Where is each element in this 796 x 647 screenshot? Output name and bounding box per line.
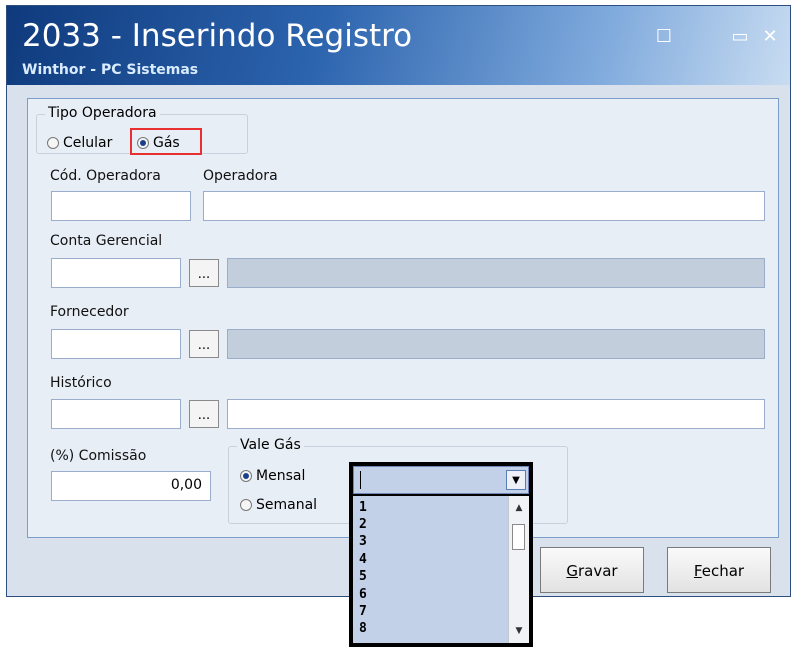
conta-gerencial-label: Conta Gerencial: [50, 233, 163, 249]
historico-description-input[interactable]: [227, 399, 765, 429]
list-item[interactable]: 1: [359, 500, 367, 515]
historico-input[interactable]: [51, 399, 181, 429]
comissao-value: 0,00: [170, 477, 202, 493]
fornecedor-description: [227, 329, 765, 359]
window-subtitle: Winthor - PC Sistemas: [22, 62, 199, 78]
operadora-label: Operadora: [203, 168, 278, 184]
text-caret: [360, 471, 361, 489]
fechar-accel: F: [693, 562, 702, 580]
historico-label: Histórico: [50, 375, 112, 391]
operadora-input[interactable]: [203, 191, 765, 221]
cod-operadora-input[interactable]: [51, 191, 191, 221]
scroll-down-icon[interactable]: ▼: [509, 623, 529, 639]
radio-semanal-icon: [240, 499, 252, 511]
title-bar[interactable]: 2033 - Inserindo Registro Winthor - PC S…: [7, 6, 790, 85]
radio-celular-icon: [47, 137, 59, 149]
list-item[interactable]: 6: [359, 587, 367, 602]
cod-operadora-label: Cód. Operadora: [50, 168, 161, 184]
radio-celular[interactable]: Celular: [47, 135, 112, 151]
restore-icon[interactable]: ▭: [729, 28, 751, 46]
historico-lookup-button[interactable]: ...: [189, 400, 219, 428]
list-item[interactable]: 2: [359, 517, 367, 532]
comissao-label: (%) Comissão: [50, 448, 147, 464]
radio-mensal-selected-icon: [240, 470, 252, 482]
radio-mensal-label: Mensal: [256, 468, 306, 484]
radio-semanal[interactable]: Semanal: [240, 497, 317, 513]
scroll-thumb[interactable]: [512, 524, 525, 550]
comissao-input[interactable]: 0,00: [51, 471, 211, 501]
conta-gerencial-input[interactable]: [51, 258, 181, 288]
radio-celular-label: Celular: [63, 135, 113, 151]
radio-semanal-label: Semanal: [256, 497, 318, 513]
fornecedor-input[interactable]: [51, 329, 181, 359]
tipo-operadora-label: Tipo Operadora: [45, 105, 160, 121]
vale-gas-label: Vale Gás: [237, 437, 304, 453]
gravar-label: ravar: [578, 562, 618, 580]
list-item[interactable]: 3: [359, 534, 367, 549]
dropdown-list[interactable]: 1 2 3 4 5 6 7 8 ▲ ▼: [353, 496, 529, 643]
chevron-down-icon[interactable]: ▼: [506, 470, 526, 490]
close-icon[interactable]: ✕: [759, 28, 781, 46]
dropdown-scrollbar[interactable]: ▲ ▼: [508, 496, 529, 643]
vale-gas-combo-input[interactable]: ▼: [353, 466, 529, 494]
list-item[interactable]: 8: [359, 621, 367, 636]
conta-gerencial-lookup-button[interactable]: ...: [189, 259, 219, 287]
fechar-label: echar: [701, 562, 745, 580]
radio-gas-label: Gás: [153, 135, 180, 151]
radio-mensal[interactable]: Mensal: [240, 468, 305, 484]
window-title: 2033 - Inserindo Registro: [22, 18, 413, 54]
list-item[interactable]: 4: [359, 552, 367, 567]
radio-gas-selected-icon: [137, 137, 149, 149]
scroll-up-icon[interactable]: ▲: [509, 500, 529, 516]
list-item[interactable]: 7: [359, 604, 367, 619]
fechar-button[interactable]: Fechar: [667, 547, 771, 593]
list-item[interactable]: 5: [359, 569, 367, 584]
conta-gerencial-description: [227, 258, 765, 288]
gravar-button[interactable]: Gravar: [540, 547, 644, 593]
vale-gas-dropdown[interactable]: ▼ 1 2 3 4 5 6 7 8 ▲ ▼: [349, 462, 533, 647]
fornecedor-label: Fornecedor: [50, 304, 129, 320]
maximize-icon[interactable]: ☐: [653, 28, 675, 46]
radio-gas[interactable]: Gás: [137, 135, 180, 151]
gravar-accel: G: [566, 562, 578, 580]
fornecedor-lookup-button[interactable]: ...: [189, 330, 219, 358]
